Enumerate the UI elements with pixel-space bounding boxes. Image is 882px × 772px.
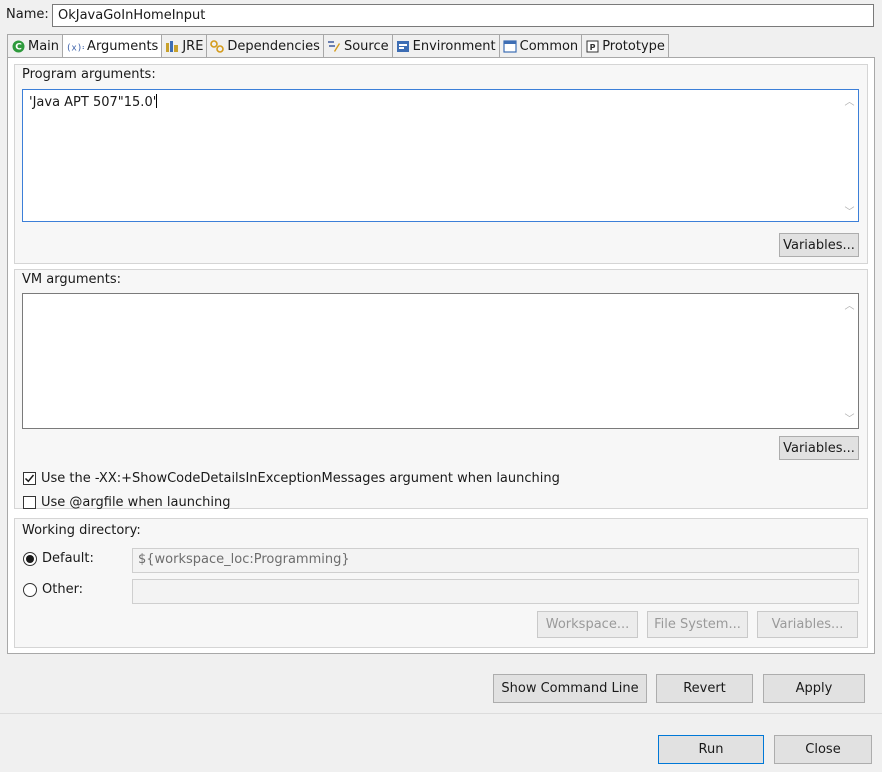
program-arguments-input[interactable]: 'Java APT 507"15.0' ︿ ﹀ <box>22 89 859 222</box>
program-arguments-group: Program arguments: 'Java APT 507"15.0' ︿… <box>14 64 868 264</box>
name-label: Name: <box>6 7 49 22</box>
tab-dependencies-label: Dependencies <box>227 38 320 54</box>
scroll-down-icon[interactable]: ﹀ <box>844 410 855 425</box>
close-button[interactable]: Close <box>774 735 872 764</box>
tab-jre-label: JRE <box>182 38 204 54</box>
show-code-details-option[interactable]: Use the -XX:+ShowCodeDetailsInExceptionM… <box>23 471 560 486</box>
apply-button[interactable]: Apply <box>763 674 865 703</box>
tab-jre[interactable]: JRE <box>161 34 207 58</box>
dependencies-icon <box>210 39 225 53</box>
file-system-button[interactable]: File System... <box>647 611 748 638</box>
program-variables-button[interactable]: Variables... <box>779 233 859 257</box>
other-option[interactable]: Other: <box>23 582 83 597</box>
show-code-details-checkbox[interactable] <box>23 472 36 485</box>
main-icon: C <box>11 39 25 53</box>
common-icon <box>503 39 517 53</box>
run-button[interactable]: Run <box>658 735 764 764</box>
tab-common[interactable]: Common <box>498 34 582 58</box>
svg-text:C: C <box>15 42 22 52</box>
source-icon <box>327 39 341 53</box>
tab-source[interactable]: Source <box>322 34 392 58</box>
other-label: Other: <box>42 582 84 597</box>
jre-icon <box>165 39 179 53</box>
tab-bar: C Main (x)= Arguments JRE Dependencies S… <box>7 34 669 59</box>
program-arguments-scrollbar[interactable]: ︿ ﹀ <box>841 90 858 221</box>
arguments-panel: Program arguments: 'Java APT 507"15.0' ︿… <box>7 57 875 654</box>
tab-arguments[interactable]: (x)= Arguments <box>62 34 162 59</box>
svg-text:P: P <box>589 43 595 52</box>
tab-dependencies[interactable]: Dependencies <box>206 34 323 58</box>
other-radio[interactable] <box>23 582 37 597</box>
tab-prototype-label: Prototype <box>602 38 665 54</box>
working-directory-label: Working directory: <box>22 523 141 538</box>
tab-environment-label: Environment <box>412 38 496 54</box>
default-option[interactable]: Default: <box>23 551 94 566</box>
arguments-icon: (x)= <box>66 40 84 54</box>
prototype-icon: P <box>585 39 599 53</box>
default-radio[interactable] <box>23 551 37 566</box>
text-cursor <box>156 94 158 108</box>
argfile-option[interactable]: Use @argfile when launching <box>23 495 230 510</box>
revert-button[interactable]: Revert <box>656 674 753 703</box>
working-directory-group: Working directory: Default: ${workspace_… <box>14 518 868 648</box>
vm-arguments-input[interactable]: ︿ ﹀ <box>22 293 859 429</box>
checkmark-icon <box>24 474 35 483</box>
scroll-up-icon[interactable]: ︿ <box>844 297 855 312</box>
environment-icon <box>396 39 410 53</box>
tab-prototype[interactable]: P Prototype <box>581 34 669 58</box>
tab-main[interactable]: C Main <box>7 34 63 58</box>
argfile-label: Use @argfile when launching <box>41 495 231 510</box>
tab-source-label: Source <box>343 38 389 54</box>
program-arguments-value: 'Java APT 507"15.0' <box>29 95 157 110</box>
show-command-line-button[interactable]: Show Command Line <box>493 674 647 703</box>
tab-main-label: Main <box>28 38 60 54</box>
radio-selected-dot <box>26 554 34 563</box>
vm-arguments-label: VM arguments: <box>22 272 121 287</box>
tab-environment[interactable]: Environment <box>391 34 499 58</box>
scroll-down-icon[interactable]: ﹀ <box>844 203 855 218</box>
tab-arguments-label: Arguments <box>87 39 159 54</box>
name-input[interactable]: OkJavaGoInHomeInput <box>52 4 874 27</box>
workspace-button[interactable]: Workspace... <box>537 611 638 638</box>
argfile-checkbox[interactable] <box>23 496 36 509</box>
other-directory-field[interactable] <box>132 579 859 604</box>
svg-text:(x)=: (x)= <box>66 43 84 53</box>
vm-variables-button[interactable]: Variables... <box>779 436 859 460</box>
show-code-details-label: Use the -XX:+ShowCodeDetailsInExceptionM… <box>41 471 560 486</box>
program-arguments-label: Program arguments: <box>22 67 156 82</box>
scroll-up-icon[interactable]: ︿ <box>844 93 855 108</box>
working-variables-button[interactable]: Variables... <box>757 611 858 638</box>
default-directory-field: ${workspace_loc:Programming} <box>132 548 859 573</box>
tab-common-label: Common <box>519 38 579 54</box>
default-label: Default: <box>42 551 94 566</box>
vm-arguments-group: VM arguments: ︿ ﹀ Variables... Use the -… <box>14 269 868 510</box>
vm-arguments-scrollbar[interactable]: ︿ ﹀ <box>841 294 858 428</box>
